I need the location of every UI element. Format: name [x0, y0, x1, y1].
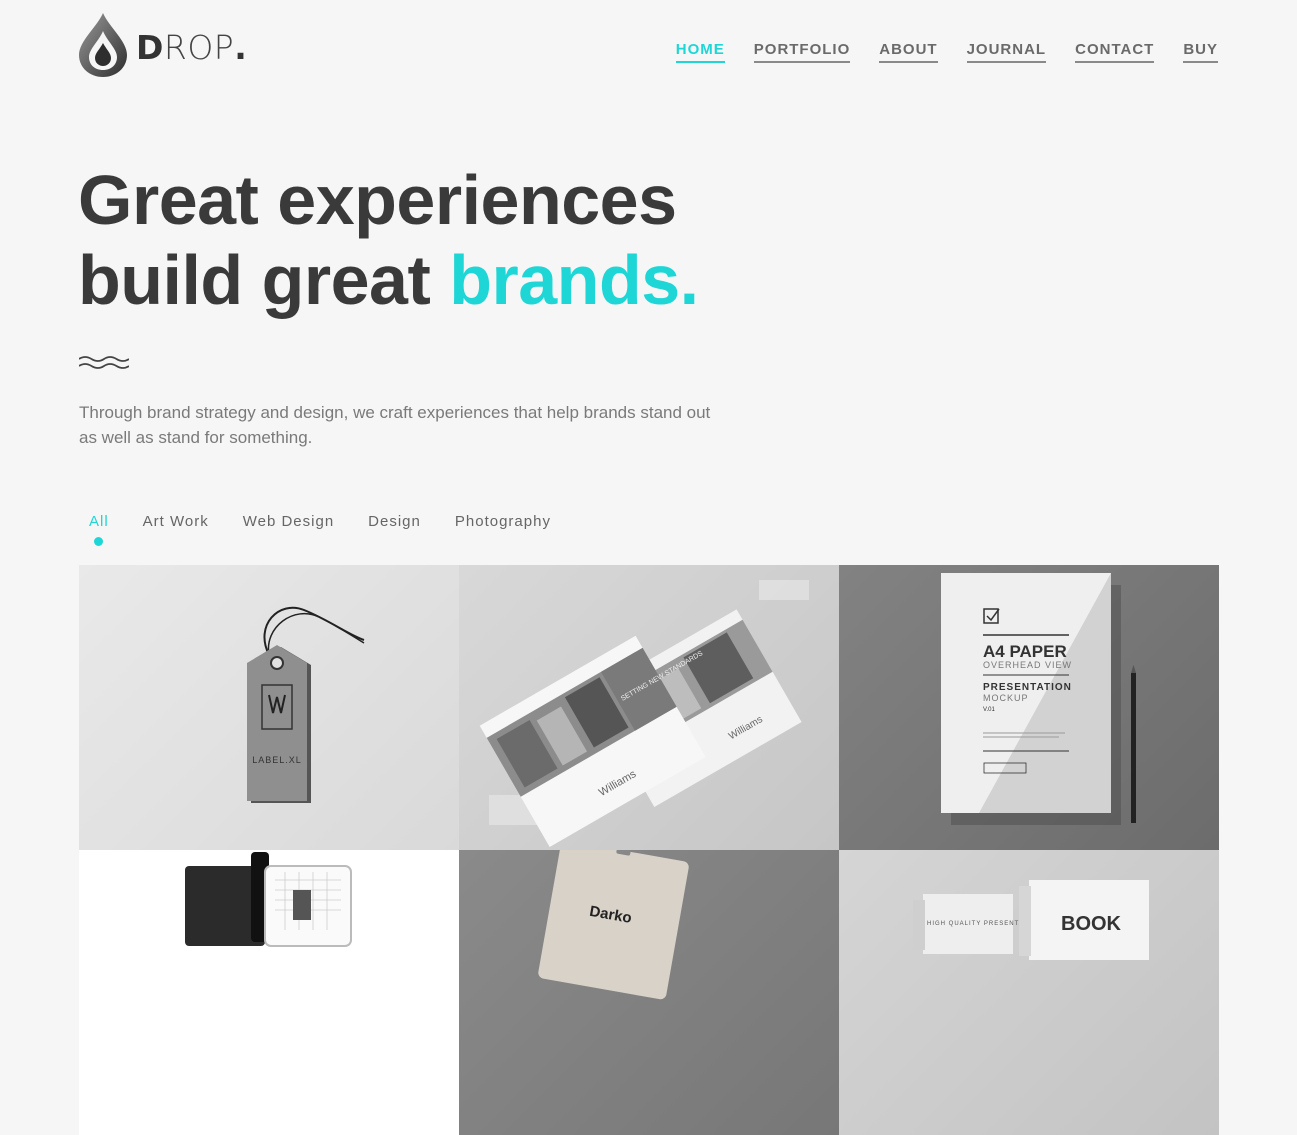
label-tag-mockup-image: LABEL.XL [247, 606, 365, 803]
label-tag-text: LABEL.XL [252, 755, 302, 765]
portfolio-item-a4-paper[interactable]: A4 PAPER OVERHEAD VIEW PRESENTATION MOCK… [839, 565, 1219, 850]
filter-art-work[interactable]: Art Work [143, 513, 209, 530]
book-2-text: BOOK [1061, 913, 1122, 935]
a4-title-text: A4 PAPER [983, 642, 1067, 661]
nav-about[interactable]: ABOUT [879, 41, 938, 63]
nav-contact[interactable]: CONTACT [1075, 41, 1155, 63]
main-nav: HOME PORTFOLIO ABOUT JOURNAL CONTACT BUY [675, 41, 1218, 63]
brand-wordmark: DROP. [136, 27, 248, 67]
portfolio-grid: LABEL.XL Williams SETTING NEW STANDARDS … [79, 565, 1219, 1135]
hero-intro: Through brand strategy and design, we cr… [79, 403, 711, 447]
filter-design[interactable]: Design [368, 513, 421, 530]
filter-all[interactable]: All [89, 513, 109, 546]
nav-journal[interactable]: JOURNAL [966, 41, 1047, 63]
logo[interactable]: DROP. [79, 13, 247, 77]
portfolio-item-tablet[interactable] [79, 850, 459, 1135]
a4-paper-mockup-image: A4 PAPER OVERHEAD VIEW PRESENTATION MOCK… [941, 573, 1136, 825]
business-card-mockup-image: Darko [538, 850, 689, 1000]
wave-divider-icon [79, 356, 129, 369]
portfolio-item-book[interactable]: HIGH QUALITY PRESENTATION BOOK [839, 850, 1219, 1135]
a4-sub-text: OVERHEAD VIEW [983, 660, 1072, 670]
brochure-mockup-image: Williams SETTING NEW STANDARDS Williams [479, 580, 809, 847]
portfolio-filters: All Art Work Web Design Design Photograp… [89, 513, 585, 546]
drop-logo-icon [79, 13, 127, 77]
portfolio-item-label-tag[interactable]: LABEL.XL [79, 565, 459, 850]
a4-sub2-text: MOCKUP [983, 693, 1029, 703]
nav-home[interactable]: HOME [675, 41, 725, 63]
tablet-mockup-image [185, 852, 352, 947]
nav-portfolio[interactable]: PORTFOLIO [753, 41, 851, 63]
portfolio-item-business-card[interactable]: Darko [459, 850, 839, 1135]
hero-headline: Great experiences build great brands. [78, 160, 699, 320]
headline-line-1: Great experiences [78, 161, 677, 239]
book-mockup-image: HIGH QUALITY PRESENTATION BOOK [913, 880, 1149, 960]
headline-accent: brands. [449, 241, 699, 319]
nav-buy[interactable]: BUY [1183, 41, 1218, 63]
filter-photography[interactable]: Photography [455, 513, 551, 530]
a4-version-text: V.01 [983, 707, 995, 713]
filter-web-design[interactable]: Web Design [243, 513, 334, 530]
a4-title2-text: PRESENTATION [983, 682, 1072, 693]
portfolio-item-brochure[interactable]: Williams SETTING NEW STANDARDS Williams [459, 565, 839, 850]
headline-line-2: build great [78, 241, 450, 319]
